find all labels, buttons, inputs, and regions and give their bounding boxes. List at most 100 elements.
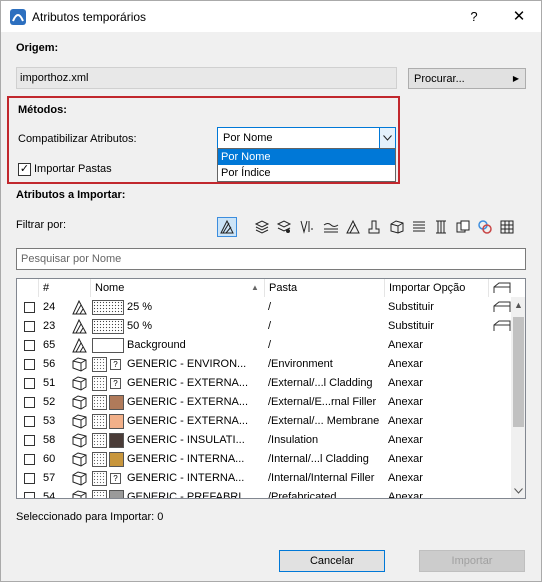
title-bar: Atributos temporários ? ✕: [1, 1, 541, 32]
layer-combination-icon[interactable]: [274, 217, 294, 237]
archicad-app-icon: [10, 9, 26, 25]
table-row[interactable]: 60 GENERIC - INTERNA... /Internal/...l Cla…: [17, 450, 511, 469]
table-row[interactable]: 24 25 % / Substituir: [17, 298, 511, 317]
methods-heading: Métodos:: [18, 104, 67, 116]
table-row[interactable]: 57? GENERIC - INTERNA... /Internal/Interna…: [17, 469, 511, 488]
layer-filter-icon[interactable]: [252, 217, 272, 237]
table-row[interactable]: 56? GENERIC - ENVIRON... /Environment Anexa…: [17, 355, 511, 374]
surface-icon[interactable]: [453, 217, 473, 237]
row-import-option[interactable]: Substituir: [388, 317, 434, 336]
row-checkbox[interactable]: [24, 302, 35, 313]
table-row[interactable]: 51? GENERIC - EXTERNA... /External/...l Cl…: [17, 374, 511, 393]
row-number: 57: [43, 472, 56, 484]
row-checkbox[interactable]: [24, 473, 35, 484]
row-checkbox[interactable]: [24, 454, 35, 465]
row-checkbox[interactable]: [24, 340, 35, 351]
row-name: GENERIC - EXTERNA...: [127, 377, 249, 389]
row-import-option[interactable]: Anexar: [388, 412, 423, 431]
row-folder: /Environment: [268, 358, 333, 370]
row-checkbox[interactable]: [24, 397, 35, 408]
import-button[interactable]: Importar: [419, 550, 525, 572]
cancel-button[interactable]: Cancelar: [279, 550, 385, 572]
option-by-index[interactable]: Por Índice: [218, 165, 395, 181]
help-button[interactable]: ?: [463, 7, 485, 27]
building-material-icon[interactable]: [387, 217, 407, 237]
header-option[interactable]: Importar Opção: [385, 279, 489, 297]
fill-type-icon[interactable]: [343, 217, 363, 237]
row-name: 25 %: [127, 301, 153, 313]
browse-button[interactable]: Procurar... ▶: [408, 68, 526, 89]
row-checkbox[interactable]: [24, 492, 35, 498]
row-number: 52: [43, 396, 56, 408]
row-import-option[interactable]: Anexar: [388, 450, 423, 469]
cut-fill-swatch: [92, 395, 107, 410]
dialog-window: Atributos temporários ? ✕ Origem: import…: [0, 0, 542, 582]
option-by-name[interactable]: Por Nome: [218, 149, 395, 165]
table-row[interactable]: 52 GENERIC - EXTERNA... /External/E...rnal…: [17, 393, 511, 412]
zone-category-icon[interactable]: [431, 217, 451, 237]
table-row[interactable]: 58 GENERIC - INSULATI... /Insulation Anexar: [17, 431, 511, 450]
row-import-option[interactable]: Anexar: [388, 488, 423, 498]
header-checkbox-column: [17, 279, 39, 297]
row-import-option[interactable]: Anexar: [388, 469, 423, 488]
match-attributes-value: Por Nome: [223, 132, 273, 144]
match-attributes-label: Compatibilizar Atributos:: [18, 133, 137, 145]
row-folder: /External/E...rnal Filler: [268, 396, 377, 408]
row-folder: /Insulation: [268, 434, 319, 446]
table-row[interactable]: 54 GENERIC - PREFABRI... /Prefabricated Ane…: [17, 488, 511, 499]
header-name-label: Nome: [95, 282, 125, 294]
cut-fill-swatch: [92, 414, 107, 429]
chevron-down-icon[interactable]: [379, 128, 395, 148]
scroll-up-icon[interactable]: ▲: [511, 297, 525, 313]
row-number: 65: [43, 339, 56, 351]
row-import-option[interactable]: Anexar: [388, 355, 423, 374]
unknown-color-icon: ?: [110, 378, 121, 389]
header-number[interactable]: #: [39, 279, 91, 297]
row-name: GENERIC - INTERNA...: [127, 453, 245, 465]
profile-icon[interactable]: [409, 217, 429, 237]
row-checkbox[interactable]: [24, 435, 35, 446]
row-checkbox[interactable]: [24, 416, 35, 427]
import-folders-checkbox[interactable]: ✓: [18, 163, 31, 176]
search-input[interactable]: Pesquisar por Nome: [16, 248, 526, 270]
header-type-column: [489, 279, 525, 297]
table-row[interactable]: 23 50 % / Substituir: [17, 317, 511, 336]
header-folder[interactable]: Pasta: [265, 279, 385, 297]
filter-label: Filtrar por:: [16, 219, 67, 231]
import-folders-label: Importar Pastas: [34, 163, 112, 175]
row-folder: /External/...l Cladding: [268, 377, 373, 389]
scroll-down-icon[interactable]: [511, 483, 525, 498]
row-number: 24: [43, 301, 56, 313]
scroll-thumb[interactable]: [513, 317, 524, 427]
row-number: 56: [43, 358, 56, 370]
close-button[interactable]: ✕: [507, 7, 531, 27]
table-row[interactable]: 65 Background / Anexar: [17, 336, 511, 355]
table-scrollbar[interactable]: ▲: [511, 297, 525, 498]
row-folder: /: [268, 339, 272, 351]
row-checkbox[interactable]: [24, 378, 35, 389]
markup-style-icon[interactable]: [497, 217, 517, 237]
row-name: GENERIC - INTERNA...: [127, 472, 245, 484]
row-name: GENERIC - EXTERNA...: [127, 396, 249, 408]
row-folder: /Internal/...l Cladding: [268, 453, 369, 465]
line-type-icon[interactable]: [321, 217, 341, 237]
pen-set-icon[interactable]: [296, 217, 316, 237]
header-name[interactable]: Nome ▲: [91, 279, 265, 297]
row-checkbox[interactable]: [24, 321, 35, 332]
fill-filter-icon[interactable]: [217, 217, 237, 237]
row-name: 50 %: [127, 320, 153, 332]
origin-file-field: importhoz.xml: [16, 67, 397, 89]
row-import-option[interactable]: Anexar: [388, 431, 423, 450]
row-import-option[interactable]: Substituir: [388, 298, 434, 317]
cut-fill-swatch: [92, 471, 107, 486]
fill-pattern-swatch: [92, 319, 124, 334]
row-import-option[interactable]: Anexar: [388, 374, 423, 393]
row-checkbox[interactable]: [24, 359, 35, 370]
row-folder: /Prefabricated: [268, 491, 337, 499]
composite-icon[interactable]: [365, 217, 385, 237]
table-row[interactable]: 53 GENERIC - EXTERNA... /External/... Memb…: [17, 412, 511, 431]
row-import-option[interactable]: Anexar: [388, 393, 423, 412]
row-import-option[interactable]: Anexar: [388, 336, 423, 355]
match-attributes-select[interactable]: Por Nome: [217, 127, 396, 149]
mep-system-icon[interactable]: [475, 217, 495, 237]
